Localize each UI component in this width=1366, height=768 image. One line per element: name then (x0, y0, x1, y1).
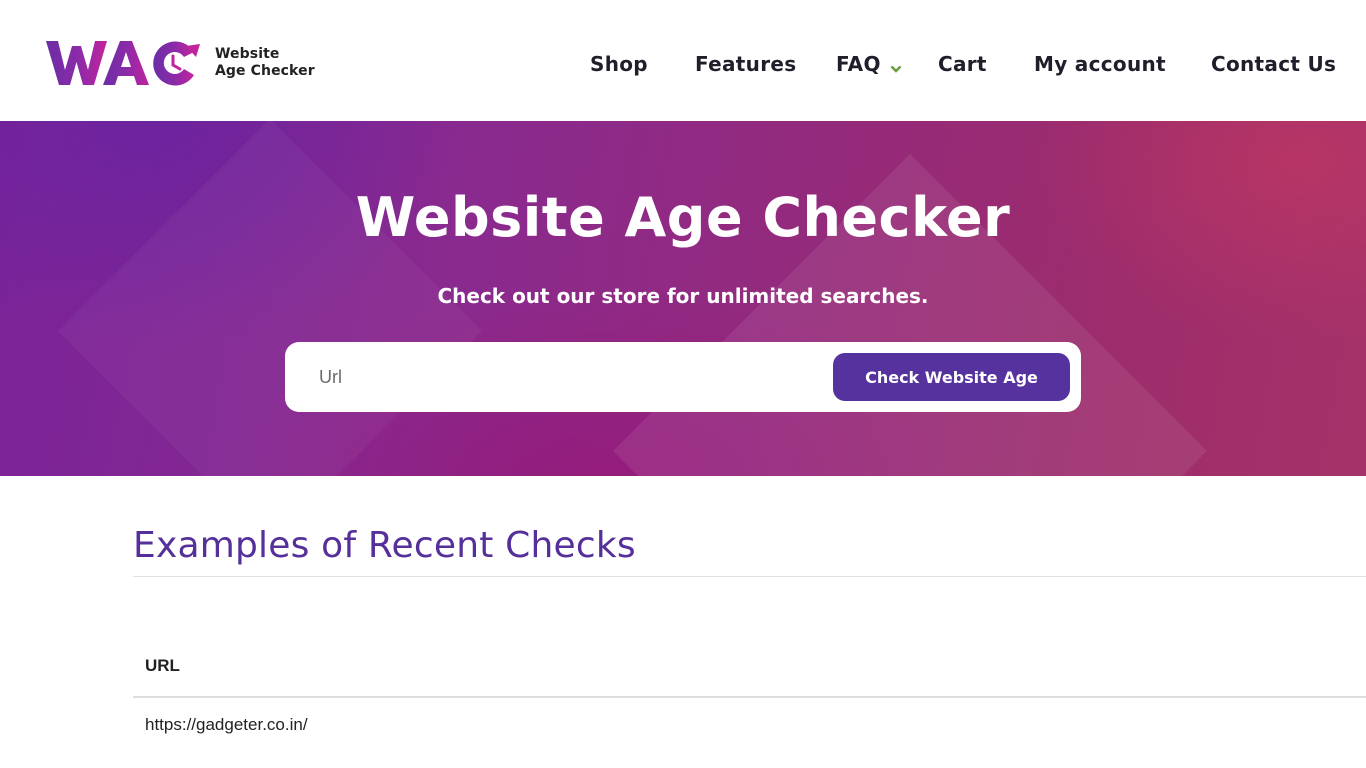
main-nav: Shop Features FAQ Cart My account Contac… (0, 50, 1366, 78)
section-divider (133, 576, 1366, 577)
hero-title: Website Age Checker (355, 186, 1011, 249)
check-website-age-button[interactable]: Check Website Age (833, 353, 1070, 401)
nav-faq[interactable]: FAQ (836, 50, 902, 80)
table-header-divider (133, 696, 1366, 698)
nav-contact-us[interactable]: Contact Us (1211, 50, 1336, 78)
url-input[interactable] (305, 354, 825, 400)
site-header: Website Age Checker Shop Features FAQ Ca… (0, 0, 1366, 121)
nav-shop[interactable]: Shop (590, 50, 648, 78)
nav-cart[interactable]: Cart (938, 50, 987, 78)
hero-banner: Website Age Checker Check out our store … (0, 121, 1366, 476)
table-row[interactable]: https://gadgeter.co.in/ (145, 715, 308, 735)
nav-faq-label: FAQ (836, 52, 881, 76)
nav-my-account[interactable]: My account (1034, 50, 1166, 78)
hero-subtitle: Check out our store for unlimited search… (437, 284, 929, 308)
chevron-down-icon (890, 52, 902, 80)
recent-checks-title: Examples of Recent Checks (133, 525, 636, 566)
column-header-url: URL (145, 656, 180, 675)
url-search-form: Check Website Age (285, 342, 1081, 412)
nav-features[interactable]: Features (695, 50, 796, 78)
url-cell[interactable]: https://gadgeter.co.in/ (145, 715, 308, 734)
